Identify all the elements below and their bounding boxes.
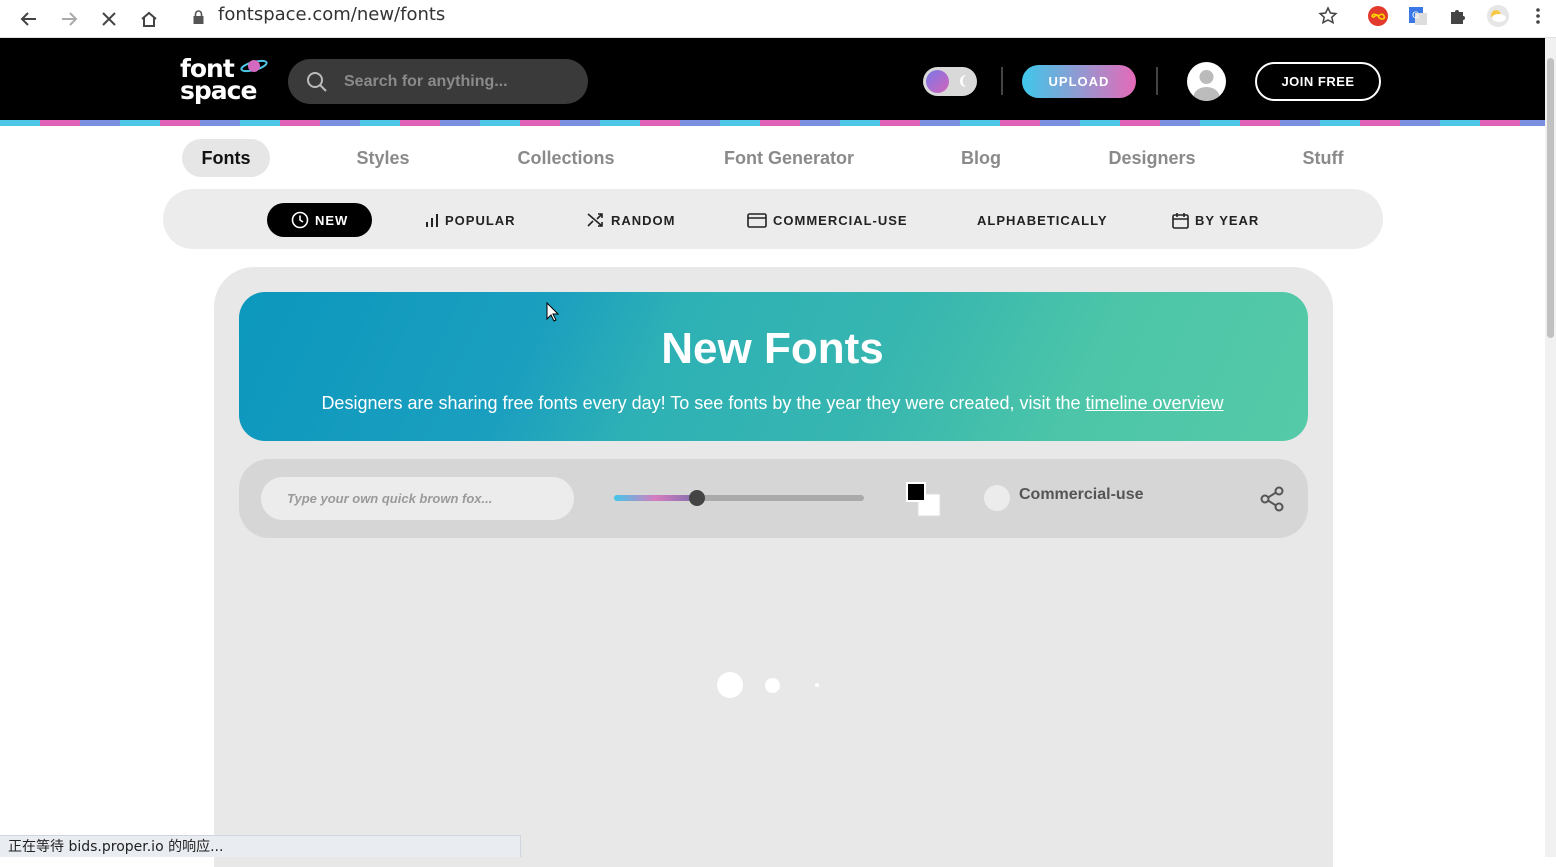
page-scrollbar[interactable]	[1545, 38, 1556, 857]
puzzle-extensions-icon[interactable]	[1446, 4, 1470, 28]
back-icon[interactable]	[14, 4, 44, 34]
nav-fonts[interactable]: Fonts	[182, 139, 270, 177]
nav-styles[interactable]: Styles	[338, 139, 428, 177]
page-title: New Fonts	[661, 324, 884, 373]
planet-icon	[240, 59, 268, 73]
sort-commercial-use-label: COMMERCIAL-USE	[773, 212, 908, 228]
share-icon[interactable]	[1259, 486, 1285, 512]
svg-text:G: G	[1412, 11, 1419, 21]
browser-status-bar: 正在等待 bids.proper.io 的响应...	[0, 835, 521, 857]
nav-font-generator[interactable]: Font Generator	[706, 139, 872, 177]
site-search[interactable]	[288, 59, 588, 104]
home-icon[interactable]	[134, 4, 164, 34]
lock-icon[interactable]	[190, 6, 206, 28]
header-stripe	[0, 120, 1545, 126]
commercial-use-toggle[interactable]	[984, 485, 1010, 511]
nav-stuff[interactable]: Stuff	[1290, 139, 1356, 177]
infinity-extension-icon[interactable]	[1366, 4, 1390, 28]
toggle-knob	[926, 70, 949, 93]
bookmark-star-icon[interactable]	[1316, 4, 1340, 28]
credit-card-icon	[747, 212, 767, 228]
sort-random[interactable]: RANDOM	[587, 203, 676, 237]
moon-icon	[960, 75, 966, 87]
timeline-overview-link[interactable]: timeline overview	[1086, 393, 1224, 413]
dark-mode-toggle[interactable]	[923, 67, 977, 96]
hero-subtitle: Designers are sharing free fonts every d…	[0, 391, 1545, 415]
nav-designers[interactable]: Designers	[1092, 139, 1212, 177]
commercial-use-label[interactable]: Commercial-use	[1019, 486, 1144, 504]
nav-collections[interactable]: Collections	[496, 139, 636, 177]
browser-toolbar: fontspace.com/new/fonts G	[0, 0, 1556, 38]
color-picker-icon[interactable]	[904, 480, 942, 518]
sort-new[interactable]: NEW	[267, 203, 373, 237]
join-free-button[interactable]: JOIN FREE	[1255, 62, 1381, 101]
header-divider	[1001, 67, 1003, 95]
sort-new-label: NEW	[315, 212, 349, 228]
loading-dot	[765, 678, 780, 693]
header-divider	[1156, 67, 1158, 95]
sort-alphabetically[interactable]: ALPHABETICALLY	[977, 203, 1108, 237]
user-avatar[interactable]	[1187, 62, 1226, 101]
font-size-slider-handle[interactable]	[689, 490, 705, 506]
loading-dot	[717, 672, 743, 698]
browser-menu-icon[interactable]	[1526, 4, 1550, 28]
stop-loading-icon[interactable]	[94, 4, 124, 34]
scrollbar-thumb[interactable]	[1547, 58, 1554, 338]
sort-by-year-label: BY YEAR	[1195, 212, 1260, 228]
fontspace-logo[interactable]: font space	[180, 56, 270, 106]
forward-icon[interactable]	[54, 4, 84, 34]
sort-commercial-use[interactable]: COMMERCIAL-USE	[747, 203, 908, 237]
weather-extension-icon[interactable]	[1486, 4, 1510, 28]
shuffle-icon	[587, 213, 603, 227]
sort-alphabetically-label: ALPHABETICALLY	[977, 212, 1108, 228]
sort-by-year[interactable]: BY YEAR	[1172, 203, 1259, 237]
preview-text-input[interactable]	[261, 477, 574, 520]
user-icon	[1193, 70, 1220, 101]
upload-button[interactable]: UPLOAD	[1022, 65, 1136, 98]
search-input[interactable]	[344, 69, 574, 94]
hero-subtitle-text: Designers are sharing free fonts every d…	[321, 393, 1086, 413]
clock-icon	[291, 211, 309, 229]
sort-popular-label: POPULAR	[445, 212, 516, 228]
search-icon	[307, 72, 327, 92]
loading-dot	[815, 683, 819, 687]
sort-popular[interactable]: POPULAR	[425, 203, 516, 237]
calendar-icon	[1172, 212, 1189, 229]
sort-random-label: RANDOM	[611, 212, 676, 228]
translate-extension-icon[interactable]: G	[1406, 4, 1430, 28]
bar-chart-icon	[426, 214, 438, 227]
logo-text-space: space	[180, 76, 257, 105]
mouse-cursor-icon	[546, 302, 560, 322]
font-size-slider-fill	[614, 495, 697, 501]
address-bar[interactable]: fontspace.com/new/fonts	[218, 4, 445, 26]
nav-blog[interactable]: Blog	[950, 139, 1012, 177]
